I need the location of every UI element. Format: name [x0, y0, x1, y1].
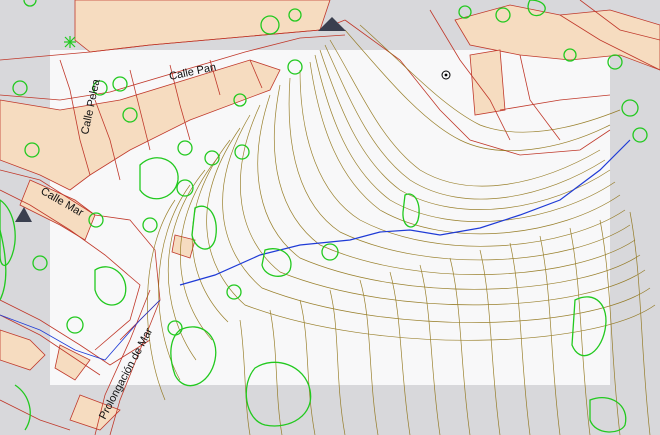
cad-plan: Calle Pan Calle Pelea Calle Mar Prolonga…: [0, 0, 660, 435]
map-canvas[interactable]: Calle Pan Calle Pelea Calle Mar Prolonga…: [0, 0, 660, 435]
palm-tree-icon: [64, 36, 76, 48]
